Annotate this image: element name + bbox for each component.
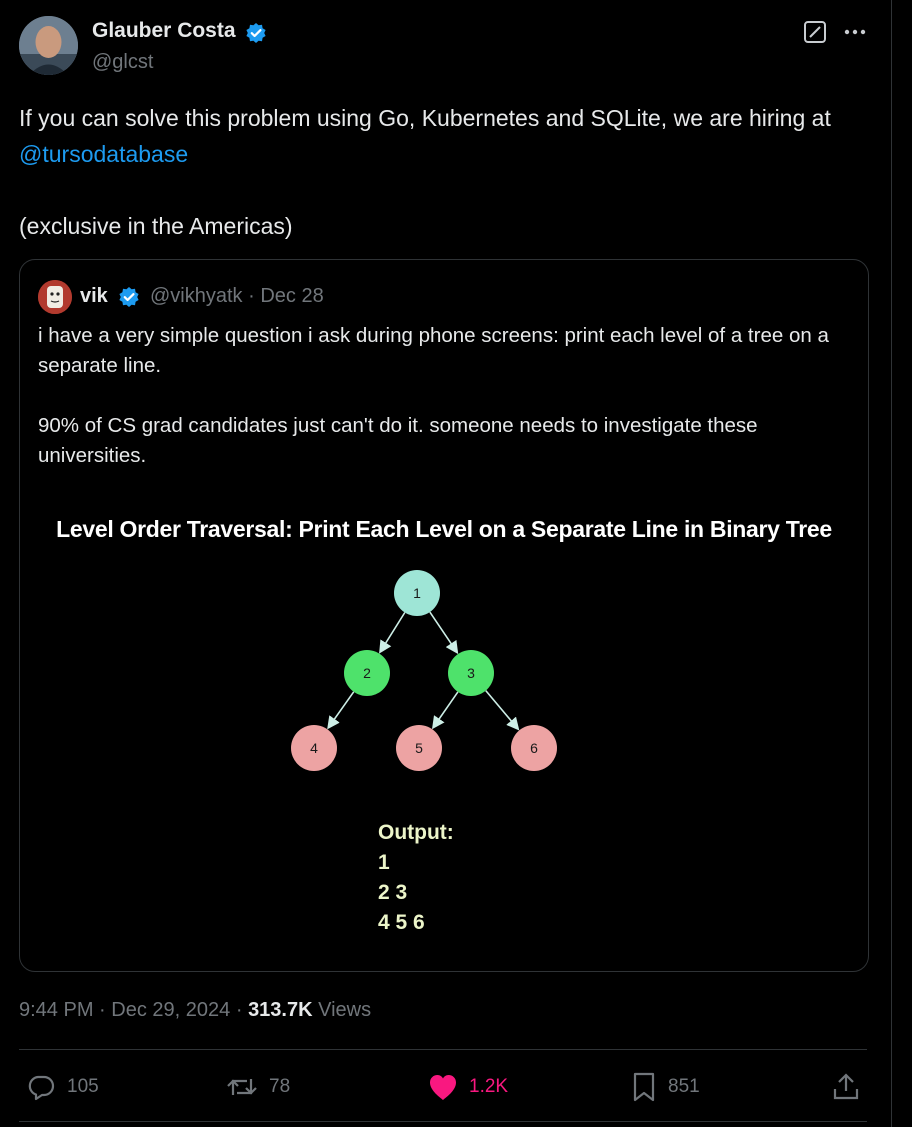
- divider: [19, 1121, 867, 1122]
- tree-node-label: 2: [363, 665, 371, 681]
- tweet-meta: 9:44 PM · Dec 29, 2024 · 313.7K Views: [19, 999, 371, 1022]
- tweet-text-line: (exclusive in the Americas): [19, 213, 293, 239]
- quoted-tweet-card[interactable]: vik @vikhyatk · Dec 28 i have a very sim…: [19, 259, 869, 972]
- author-name[interactable]: Glauber Costa: [92, 19, 236, 43]
- heart-filled-icon: [430, 1075, 456, 1100]
- verified-badge-icon: [119, 287, 139, 307]
- divider: [19, 1049, 867, 1050]
- tree-node-label: 3: [467, 665, 475, 681]
- meta-separator: ·: [235, 999, 243, 1021]
- views-label: Views: [318, 999, 372, 1021]
- verified-badge-icon: [246, 23, 266, 43]
- reply-icon: [28, 1075, 55, 1101]
- share-button[interactable]: [831, 1071, 871, 1103]
- tree-node-label: 4: [310, 740, 318, 756]
- mention-link[interactable]: @tursodatabase: [19, 141, 188, 167]
- tree-edge: [429, 611, 459, 655]
- tree-edge: [431, 691, 459, 730]
- timeline-border: [891, 0, 892, 1127]
- output-block: Output: 1 2 3 4 5 6: [378, 818, 454, 938]
- views-count: 313.7K: [248, 999, 313, 1021]
- output-line: 4 5 6: [378, 911, 425, 934]
- bookmark-count: 851: [668, 1076, 700, 1097]
- tree-edge: [327, 691, 355, 730]
- reply-count: 105: [67, 1076, 99, 1097]
- repost-button[interactable]: 78: [225, 1071, 290, 1103]
- quoted-text: i have a very simple question i ask duri…: [38, 321, 858, 471]
- tree-edge: [379, 612, 406, 654]
- tweet-text-part: If you can solve this problem using Go, …: [19, 105, 831, 131]
- quoted-author-name[interactable]: vik: [80, 285, 108, 308]
- output-label: Output:: [378, 821, 454, 844]
- tree-node-label: 1: [413, 585, 421, 601]
- quoted-paragraph: 90% of CS grad candidates just can't do …: [38, 414, 758, 467]
- reply-button[interactable]: 105: [25, 1071, 99, 1103]
- quoted-author-handle[interactable]: @vikhyatk: [150, 285, 243, 307]
- tweet-text: If you can solve this problem using Go, …: [19, 100, 859, 244]
- quoted-author-avatar[interactable]: [38, 280, 72, 314]
- author-avatar[interactable]: [19, 16, 78, 75]
- repost-count: 78: [269, 1076, 291, 1097]
- bookmark-icon: [633, 1072, 655, 1102]
- tree-edge: [485, 690, 520, 731]
- meta-separator: ·: [248, 285, 255, 307]
- like-count: 1.2K: [469, 1076, 509, 1097]
- tweet-date[interactable]: Dec 29, 2024: [111, 999, 230, 1021]
- grok-icon[interactable]: [803, 20, 827, 44]
- tree-node-label: 5: [415, 740, 423, 756]
- bookmark-button[interactable]: 851: [630, 1071, 700, 1103]
- output-line: 1: [378, 851, 390, 874]
- author-handle[interactable]: @glcst: [92, 51, 153, 74]
- quoted-meta: @vikhyatk · Dec 28: [150, 285, 324, 308]
- output-line: 2 3: [378, 881, 408, 904]
- quoted-date[interactable]: Dec 28: [260, 285, 323, 307]
- quoted-paragraph: i have a very simple question i ask duri…: [38, 324, 829, 377]
- repost-icon: [227, 1079, 257, 1095]
- quoted-image[interactable]: Level Order Traversal: Print Each Level …: [20, 500, 868, 940]
- like-button[interactable]: 1.2K: [427, 1071, 508, 1103]
- share-icon: [833, 1073, 859, 1100]
- tweet-time[interactable]: 9:44 PM: [19, 999, 93, 1021]
- more-options-icon[interactable]: [842, 20, 868, 44]
- tree-node-label: 6: [530, 740, 538, 756]
- meta-separator: ·: [99, 999, 106, 1021]
